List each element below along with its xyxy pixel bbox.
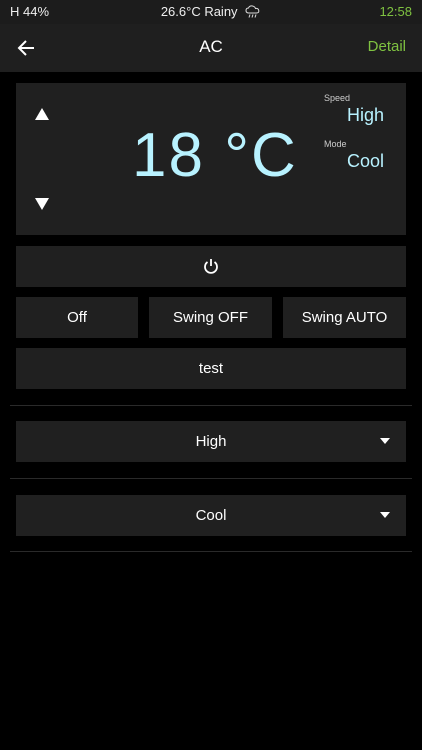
swing-auto-button[interactable]: Swing AUTO [283, 297, 406, 338]
power-button[interactable] [16, 246, 406, 287]
ac-status-panel: 18 °C Speed High Mode Cool [16, 83, 406, 235]
mode-select-value: Cool [195, 507, 227, 524]
speed-value: High [346, 105, 384, 125]
divider [10, 405, 412, 406]
mode-select[interactable]: Cool [16, 495, 406, 536]
rain-cloud-icon [245, 5, 260, 18]
divider [10, 551, 412, 552]
temperature-down-button[interactable] [34, 197, 50, 211]
clock: 12:58 [379, 4, 412, 19]
status-bar: H 44% 26.6°C Rainy 12:58 [0, 0, 422, 24]
mode-label: Mode [324, 139, 347, 149]
speed-label: Speed [324, 93, 351, 103]
speed-select[interactable]: High [16, 421, 406, 462]
speed-select-value: High [195, 433, 227, 450]
weather-readout: 26.6°C Rainy [0, 4, 422, 19]
mode-value: Cool [346, 151, 384, 171]
page-title: AC [199, 37, 223, 56]
power-icon [204, 259, 218, 274]
temperature-readout: 18 °C [132, 121, 298, 190]
divider [10, 478, 412, 479]
caret-down-icon [380, 512, 390, 518]
caret-down-icon [380, 438, 390, 444]
detail-button[interactable]: Detail [368, 38, 406, 55]
off-button[interactable]: Off [16, 297, 138, 338]
app-bar: AC Detail [0, 24, 422, 72]
weather-text: 26.6°C Rainy [160, 4, 238, 19]
temperature-up-button[interactable] [34, 107, 50, 121]
test-button[interactable]: test [16, 348, 406, 389]
swing-off-button[interactable]: Swing OFF [149, 297, 272, 338]
